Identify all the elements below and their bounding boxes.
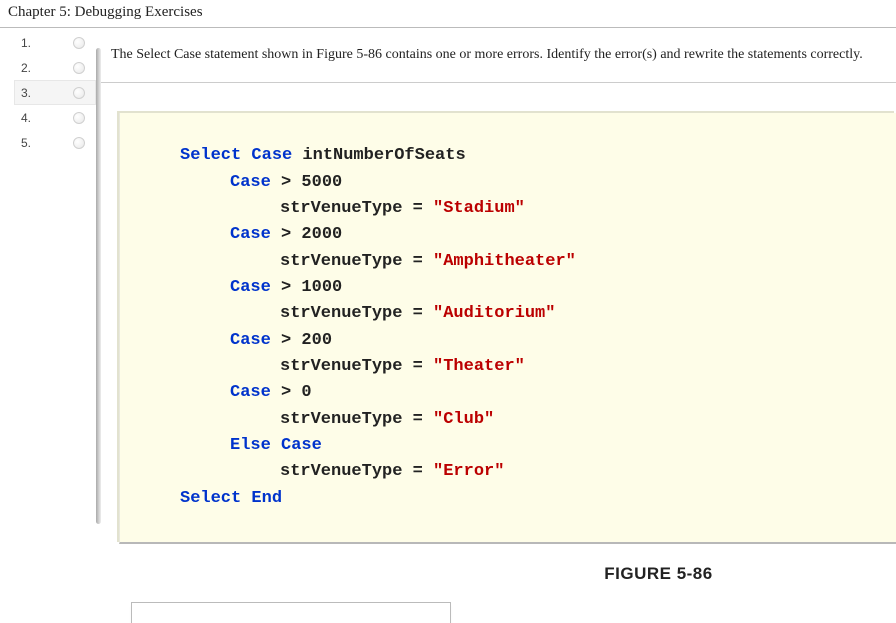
code-figure: Select Case intNumberOfSeats Case > 5000… (119, 113, 896, 544)
radio-icon (73, 37, 85, 49)
page-title-text: Chapter 5: Debugging Exercises (8, 4, 203, 20)
nav-item-4[interactable]: 4. (14, 105, 96, 130)
kw-case: Case (230, 383, 271, 402)
op-gt: > (271, 173, 302, 192)
figure-label-text: FIGURE 5-86 (604, 564, 712, 583)
question-prompt-text: The Select Case statement shown in Figur… (111, 47, 863, 62)
answer-textarea[interactable] (131, 602, 451, 623)
str-theater: "Theater" (433, 357, 525, 376)
str-club: "Club" (433, 410, 494, 429)
code-expr: intNumberOfSeats (292, 146, 465, 165)
kw-else-case: Else Case (230, 436, 322, 455)
radio-icon (73, 137, 85, 149)
assign: strVenueType = (280, 252, 433, 271)
page-title: Chapter 5: Debugging Exercises (0, 0, 896, 28)
op-gt: > (271, 225, 302, 244)
kw-case: Case (230, 173, 271, 192)
str-amphi: "Amphitheater" (433, 252, 576, 271)
nav-item-1[interactable]: 1. (14, 30, 96, 55)
assign: strVenueType = (280, 304, 433, 323)
nav-item-2[interactable]: 2. (14, 55, 96, 80)
page-body: 1. 2. 3. 4. 5. The Select Case statement… (0, 28, 896, 623)
str-error: "Error" (433, 462, 504, 481)
kw-case: Case (230, 278, 271, 297)
nav-item-label: 4. (21, 111, 39, 125)
radio-icon (73, 112, 85, 124)
assign: strVenueType = (280, 462, 433, 481)
nav-item-label: 1. (21, 36, 39, 50)
kw-select-case: Select Case (180, 146, 292, 165)
assign: strVenueType = (280, 357, 433, 376)
nav-item-3[interactable]: 3. (14, 80, 96, 105)
radio-icon (73, 87, 85, 99)
nav-item-5[interactable]: 5. (14, 130, 96, 155)
str-stadium: "Stadium" (433, 199, 525, 218)
op-gt: > (271, 278, 302, 297)
nav-item-label: 3. (21, 86, 39, 100)
nav-item-label: 5. (21, 136, 39, 150)
kw-case: Case (230, 331, 271, 350)
num-2000: 2000 (301, 225, 342, 244)
kw-case: Case (230, 225, 271, 244)
radio-icon (73, 62, 85, 74)
nav-item-label: 2. (21, 61, 39, 75)
str-aud: "Auditorium" (433, 304, 555, 323)
question-main: The Select Case statement shown in Figur… (101, 28, 896, 623)
num-5000: 5000 (301, 173, 342, 192)
op-gt: > (271, 331, 302, 350)
op-gt: > (271, 383, 302, 402)
kw-select-end: Select End (180, 489, 282, 508)
question-prompt: The Select Case statement shown in Figur… (101, 28, 896, 83)
num-200: 200 (301, 331, 332, 350)
assign: strVenueType = (280, 410, 433, 429)
num-1000: 1000 (301, 278, 342, 297)
question-nav: 1. 2. 3. 4. 5. (0, 28, 96, 623)
num-0: 0 (301, 383, 311, 402)
assign: strVenueType = (280, 199, 433, 218)
figure-label: FIGURE 5-86 (101, 564, 896, 584)
